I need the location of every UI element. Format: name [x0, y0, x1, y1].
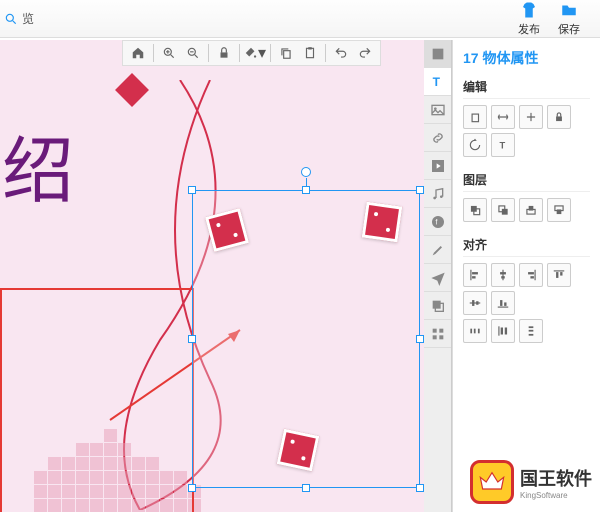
resize-handle-mr[interactable]: [416, 335, 424, 343]
distribute-h-button[interactable]: [463, 319, 487, 343]
layer-forward-button[interactable]: [491, 198, 515, 222]
zoom-in-button[interactable]: [158, 42, 180, 64]
align-right-button[interactable]: [519, 263, 543, 287]
preview-label: 览: [22, 10, 34, 27]
tab-plane[interactable]: [424, 264, 451, 292]
edit-section: 编辑 T: [463, 78, 590, 157]
red-square-2[interactable]: [362, 202, 403, 243]
zoom-out-button[interactable]: [182, 42, 204, 64]
canvas-text-shao: 绍: [2, 112, 74, 217]
redo-button[interactable]: [354, 42, 376, 64]
tab-settings[interactable]: [424, 40, 451, 68]
resize-handle-tl[interactable]: [188, 186, 196, 194]
svg-text:T: T: [432, 75, 440, 89]
save-button[interactable]: 保存: [558, 1, 580, 37]
edit-rotate-button[interactable]: [463, 133, 487, 157]
folder-icon: [560, 1, 578, 19]
preview-button[interactable]: 览: [0, 0, 34, 37]
search-icon: [4, 12, 18, 26]
align-center-h-button[interactable]: [491, 263, 515, 287]
side-tab-strip: T f: [424, 40, 452, 512]
layer-back-button[interactable]: [547, 198, 571, 222]
watermark-sub: KingSoftware: [520, 491, 592, 500]
red-square-3[interactable]: [277, 429, 320, 472]
design-canvas[interactable]: 绍: [0, 40, 424, 512]
shirt-icon: [520, 1, 538, 19]
resize-handle-br[interactable]: [416, 484, 424, 492]
distribute-left-button[interactable]: [491, 319, 515, 343]
resize-handle-bl[interactable]: [188, 484, 196, 492]
home-button[interactable]: [127, 42, 149, 64]
paste-button[interactable]: [299, 42, 321, 64]
layer-section: 图层: [463, 171, 590, 222]
canvas-toolbar: ▾: [122, 40, 381, 66]
svg-text:T: T: [500, 141, 506, 151]
tab-grid[interactable]: [424, 320, 451, 348]
edit-text-button[interactable]: T: [491, 133, 515, 157]
tab-text[interactable]: T: [424, 68, 451, 96]
watermark-text: 国王软件: [520, 465, 592, 491]
align-top-button[interactable]: [547, 263, 571, 287]
tab-link[interactable]: [424, 124, 451, 152]
align-label: 对齐: [463, 236, 590, 257]
crown-icon: [470, 460, 514, 504]
watermark: 国王软件 KingSoftware: [470, 460, 592, 504]
resize-handle-ml[interactable]: [188, 335, 196, 343]
tab-flash[interactable]: f: [424, 208, 451, 236]
tab-brush[interactable]: [424, 236, 451, 264]
layer-front-button[interactable]: [463, 198, 487, 222]
tab-play[interactable]: [424, 152, 451, 180]
align-bottom-button[interactable]: [491, 291, 515, 315]
panel-title: 17 物体属性: [463, 48, 590, 68]
resize-handle-tm[interactable]: [302, 186, 310, 194]
tab-layers[interactable]: [424, 292, 451, 320]
edit-lock-button[interactable]: [547, 105, 571, 129]
layer-backward-button[interactable]: [519, 198, 543, 222]
align-left-button[interactable]: [463, 263, 487, 287]
publish-label: 发布: [518, 21, 540, 37]
resize-handle-tr[interactable]: [416, 186, 424, 194]
edit-copy-button[interactable]: [463, 105, 487, 129]
align-section: 对齐: [463, 236, 590, 343]
tab-image[interactable]: [424, 96, 451, 124]
top-bar: 览 发布 保存: [0, 0, 600, 38]
align-middle-v-button[interactable]: [463, 291, 487, 315]
edit-plus-button[interactable]: [519, 105, 543, 129]
properties-panel: 17 物体属性 编辑 T 图层 对齐: [452, 40, 600, 512]
distribute-v-button[interactable]: [519, 319, 543, 343]
save-label: 保存: [558, 21, 580, 37]
copy-button[interactable]: [275, 42, 297, 64]
layer-label: 图层: [463, 171, 590, 192]
resize-handle-bm[interactable]: [302, 484, 310, 492]
publish-button[interactable]: 发布: [518, 1, 540, 37]
edit-label: 编辑: [463, 78, 590, 99]
tab-music[interactable]: [424, 180, 451, 208]
undo-button[interactable]: [330, 42, 352, 64]
edit-width-button[interactable]: [491, 105, 515, 129]
paint-button[interactable]: ▾: [244, 42, 266, 64]
rotate-handle[interactable]: [301, 167, 311, 177]
lock-button[interactable]: [213, 42, 235, 64]
